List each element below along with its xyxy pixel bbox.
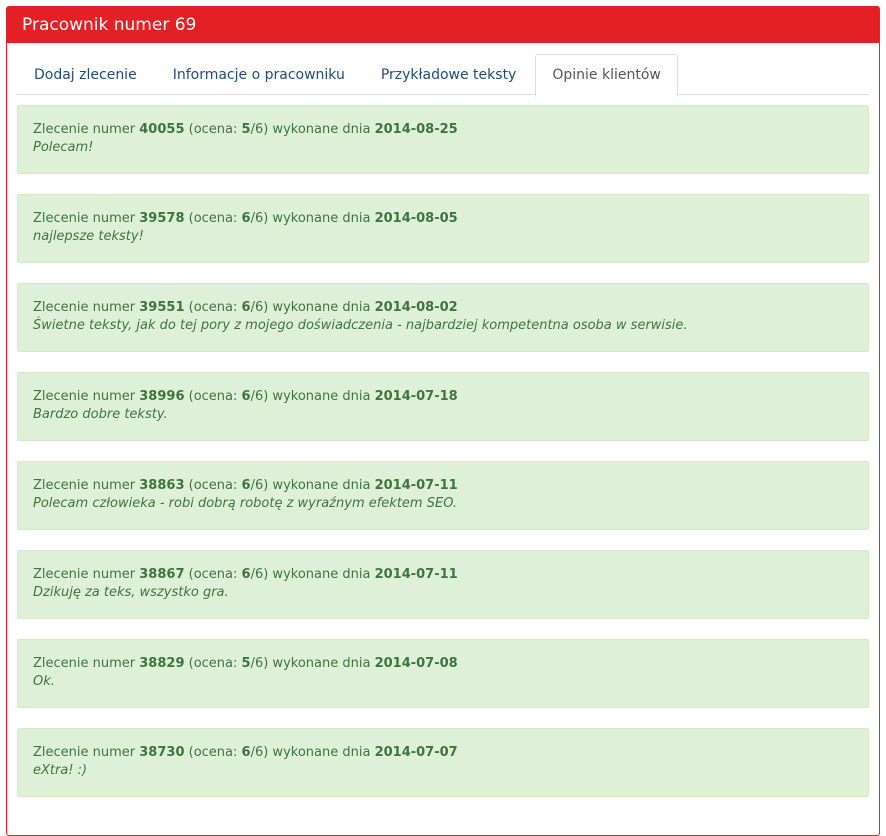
- opinion-item: Zlecenie numer 38996 (ocena: 6/6) wykona…: [17, 372, 869, 441]
- order-number: 39551: [139, 300, 185, 315]
- date-label: /6) wykonane dnia: [250, 478, 375, 493]
- opinion-prefix: Zlecenie numer: [33, 122, 140, 137]
- opinion-meta: Zlecenie numer 39551 (ocena: 6/6) wykona…: [33, 299, 853, 317]
- opinion-comment: Polecam człowieka - robi dobrą robotę z …: [33, 496, 458, 511]
- date-label: /6) wykonane dnia: [250, 745, 375, 760]
- opinion-prefix: Zlecenie numer: [33, 389, 140, 404]
- order-number: 38867: [139, 567, 185, 582]
- order-date: 2014-08-25: [374, 122, 458, 137]
- rating-label: (ocena:: [184, 300, 242, 315]
- order-number: 40055: [139, 122, 185, 137]
- order-date: 2014-07-11: [374, 478, 458, 493]
- opinion-prefix: Zlecenie numer: [33, 478, 140, 493]
- opinion-prefix: Zlecenie numer: [33, 300, 140, 315]
- rating-label: (ocena:: [184, 478, 242, 493]
- rating-value: 6: [241, 478, 251, 493]
- rating-value: 5: [241, 656, 251, 671]
- order-date: 2014-07-11: [374, 567, 458, 582]
- order-date: 2014-08-02: [374, 300, 458, 315]
- opinion-comment: Ok.: [33, 674, 55, 689]
- opinion-meta: Zlecenie numer 38996 (ocena: 6/6) wykona…: [33, 388, 853, 406]
- tab-employee-info[interactable]: Informacje o pracowniku: [156, 54, 362, 95]
- order-number: 39578: [139, 211, 185, 226]
- opinion-item: Zlecenie numer 38829 (ocena: 5/6) wykona…: [17, 639, 869, 708]
- rating-label: (ocena:: [184, 656, 242, 671]
- rating-label: (ocena:: [184, 567, 242, 582]
- date-label: /6) wykonane dnia: [250, 122, 375, 137]
- opinion-item: Zlecenie numer 38867 (ocena: 6/6) wykona…: [17, 550, 869, 619]
- opinion-item: Zlecenie numer 38730 (ocena: 6/6) wykona…: [17, 728, 869, 797]
- panel-title: Pracownik numer 69: [7, 7, 879, 43]
- opinion-meta: Zlecenie numer 38829 (ocena: 5/6) wykona…: [33, 655, 853, 673]
- tab-add-order[interactable]: Dodaj zlecenie: [17, 54, 154, 95]
- date-label: /6) wykonane dnia: [250, 211, 375, 226]
- opinion-prefix: Zlecenie numer: [33, 211, 140, 226]
- rating-value: 5: [241, 122, 251, 137]
- rating-label: (ocena:: [184, 745, 242, 760]
- order-number: 38996: [139, 389, 185, 404]
- tab-sample-texts[interactable]: Przykładowe teksty: [364, 54, 534, 95]
- opinion-prefix: Zlecenie numer: [33, 745, 140, 760]
- date-label: /6) wykonane dnia: [250, 389, 375, 404]
- opinion-comment: eXtra! :): [33, 763, 88, 778]
- date-label: /6) wykonane dnia: [250, 656, 375, 671]
- opinions-list: Zlecenie numer 40055 (ocena: 5/6) wykona…: [17, 105, 869, 797]
- tab-bar: Dodaj zlecenie Informacje o pracowniku P…: [17, 54, 869, 97]
- panel-body: Dodaj zlecenie Informacje o pracowniku P…: [7, 43, 879, 797]
- date-label: /6) wykonane dnia: [250, 300, 375, 315]
- opinion-item: Zlecenie numer 39578 (ocena: 6/6) wykona…: [17, 194, 869, 263]
- order-date: 2014-08-05: [374, 211, 458, 226]
- opinion-meta: Zlecenie numer 39578 (ocena: 6/6) wykona…: [33, 210, 853, 228]
- opinion-item: Zlecenie numer 38863 (ocena: 6/6) wykona…: [17, 461, 869, 530]
- rating-value: 6: [241, 745, 251, 760]
- rating-value: 6: [241, 300, 251, 315]
- opinion-comment: Świetne teksty, jak do tej pory z mojego…: [33, 318, 688, 333]
- opinion-meta: Zlecenie numer 38730 (ocena: 6/6) wykona…: [33, 744, 853, 762]
- order-date: 2014-07-08: [374, 656, 458, 671]
- tab-client-opinions[interactable]: Opinie klientów: [535, 54, 678, 97]
- employee-panel: Pracownik numer 69 Dodaj zlecenie Inform…: [6, 6, 880, 836]
- opinion-comment: Polecam!: [33, 140, 94, 155]
- rating-label: (ocena:: [184, 389, 242, 404]
- date-label: /6) wykonane dnia: [250, 567, 375, 582]
- rating-value: 6: [241, 389, 251, 404]
- order-number: 38730: [139, 745, 185, 760]
- rating-label: (ocena:: [184, 211, 242, 226]
- order-number: 38863: [139, 478, 185, 493]
- opinion-comment: najlepsze teksty!: [33, 229, 144, 244]
- rating-value: 6: [241, 567, 251, 582]
- rating-value: 6: [241, 211, 251, 226]
- order-date: 2014-07-07: [374, 745, 458, 760]
- order-number: 38829: [139, 656, 185, 671]
- opinion-meta: Zlecenie numer 38863 (ocena: 6/6) wykona…: [33, 477, 853, 495]
- opinion-comment: Dzikuję za teks, wszystko gra.: [33, 585, 229, 600]
- opinion-meta: Zlecenie numer 38867 (ocena: 6/6) wykona…: [33, 566, 853, 584]
- opinion-comment: Bardzo dobre teksty.: [33, 407, 168, 422]
- order-date: 2014-07-18: [374, 389, 458, 404]
- opinion-meta: Zlecenie numer 40055 (ocena: 5/6) wykona…: [33, 121, 853, 139]
- rating-label: (ocena:: [184, 122, 242, 137]
- opinion-prefix: Zlecenie numer: [33, 567, 140, 582]
- opinion-item: Zlecenie numer 40055 (ocena: 5/6) wykona…: [17, 105, 869, 174]
- opinion-item: Zlecenie numer 39551 (ocena: 6/6) wykona…: [17, 283, 869, 352]
- opinion-prefix: Zlecenie numer: [33, 656, 140, 671]
